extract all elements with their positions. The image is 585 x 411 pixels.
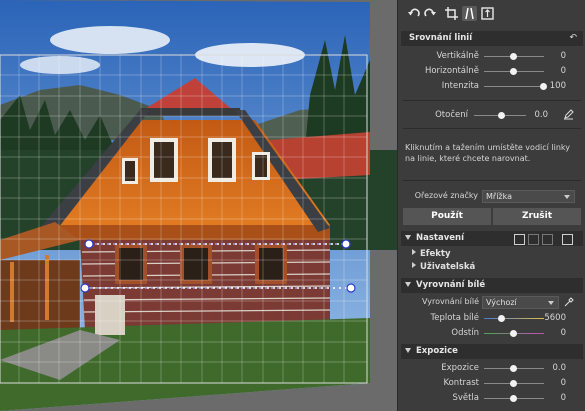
slider-label: Odstín (451, 328, 479, 338)
slider-row-exposure: Expozice 0.0 (398, 362, 585, 375)
white-balance-select-row: Vyrovnání bílé Výchozí (398, 296, 585, 309)
rotation-row: Otočení 0.0 (398, 109, 585, 122)
exposure-section-header[interactable]: Expozice (401, 344, 583, 359)
slider-knob[interactable] (510, 330, 517, 337)
slider-row-temperature: Teplota bílé 5600 (398, 312, 585, 325)
rotate-right-icon[interactable] (422, 6, 437, 21)
slider-value[interactable]: 0 (561, 66, 566, 76)
rotation-label: Otočení (435, 110, 468, 120)
perspective-icon[interactable] (480, 6, 495, 21)
slider-knob[interactable] (498, 315, 505, 322)
settings-item-label: Uživatelská (420, 262, 476, 272)
chevron-down-icon (548, 301, 554, 305)
divider (403, 100, 581, 101)
slider-value[interactable]: 5600 (544, 313, 566, 323)
divider (403, 180, 581, 181)
apply-button[interactable]: Použít (403, 208, 491, 225)
divider (403, 128, 581, 129)
slider-knob[interactable] (510, 380, 517, 387)
slider-row-highlights: Světla 0 (398, 392, 585, 405)
slider-row-tint: Odstín 0 (398, 327, 585, 340)
straighten-icon[interactable] (462, 6, 477, 21)
guide-handle (80, 283, 90, 293)
slider-value[interactable]: 0 (561, 378, 566, 388)
slider-knob[interactable] (510, 395, 517, 402)
guide-handle (84, 239, 94, 249)
chevron-down-icon (405, 282, 411, 287)
chevron-right-icon (412, 262, 416, 268)
crop-marks-value: Mřížka (486, 192, 513, 201)
slider-label: Světla (452, 393, 479, 403)
white-balance-section-title: Vyrovnání bílé (416, 280, 486, 290)
chevron-down-icon (405, 235, 411, 240)
white-balance-value: Výchozí (486, 298, 517, 307)
slider-knob[interactable] (540, 83, 547, 90)
chevron-right-icon (412, 249, 416, 255)
pencil-icon[interactable] (563, 109, 574, 120)
slider-row-horizontal: Horizontálně 0 (398, 65, 585, 78)
slider-row-vertical: Vertikálně 0 (398, 50, 585, 63)
slider-value[interactable]: 100 (550, 81, 566, 91)
eyedropper-icon[interactable] (564, 297, 574, 307)
slider-knob[interactable] (510, 53, 517, 60)
copy-icon[interactable] (514, 234, 525, 245)
duplicate-icon[interactable] (542, 234, 553, 245)
slider-row-intensity: Intenzita 100 (398, 80, 585, 93)
rotation-value[interactable]: 0.0 (534, 110, 548, 120)
crop-icon[interactable] (444, 6, 459, 21)
slider-label: Teplota bílé (430, 313, 479, 323)
settings-item-user[interactable]: Uživatelská (412, 262, 475, 272)
rotation-knob[interactable] (498, 112, 505, 119)
slider-label: Intenzita (441, 81, 479, 91)
chevron-down-icon (564, 195, 570, 199)
rotate-left-icon[interactable] (407, 6, 422, 21)
cancel-button[interactable]: Zrušit (493, 208, 581, 225)
reset-icon[interactable]: ↶ (569, 33, 577, 43)
save-icon[interactable] (562, 234, 573, 245)
slider-knob[interactable] (510, 68, 517, 75)
image-canvas[interactable] (0, 0, 397, 411)
crop-marks-select[interactable]: Mřížka (482, 190, 575, 203)
photo-preview[interactable] (0, 0, 397, 411)
slider-value[interactable]: 0.0 (552, 363, 566, 373)
straighten-section-title: Srovnání linií (409, 33, 473, 43)
slider-label: Vertikálně (436, 51, 479, 61)
slider-track[interactable] (484, 86, 544, 87)
photo-image (0, 0, 397, 411)
crop-marks-row: Ořezové značky Mřížka (398, 190, 585, 203)
slider-label: Kontrast (443, 378, 479, 388)
guide-handle (341, 239, 351, 249)
settings-item-effects[interactable]: Efekty (412, 249, 451, 259)
slider-track[interactable] (484, 318, 544, 319)
slider-value[interactable]: 0 (561, 51, 566, 61)
exposure-section-title: Expozice (416, 346, 458, 356)
right-panel: Srovnání linií ↶ Vertikálně 0 Horizontál… (397, 0, 585, 411)
tool-toolbar (398, 0, 585, 28)
white-balance-select[interactable]: Výchozí (482, 296, 559, 309)
slider-label: Expozice (441, 363, 479, 373)
white-balance-section-header[interactable]: Vyrovnání bílé (401, 278, 583, 293)
slider-value[interactable]: 0 (561, 328, 566, 338)
slider-row-contrast: Kontrast 0 (398, 377, 585, 390)
white-balance-label: Vyrovnání bílé (422, 297, 479, 306)
slider-value[interactable]: 0 (561, 393, 566, 403)
paste-icon[interactable] (528, 234, 539, 245)
guide-handle (346, 283, 356, 293)
help-text: Kliknutím a tažením umístěte vodicí link… (405, 143, 570, 163)
chevron-down-icon (405, 348, 411, 353)
settings-item-label: Efekty (420, 249, 451, 259)
settings-section-title: Nastavení (416, 233, 464, 243)
slider-knob[interactable] (510, 365, 517, 372)
crop-marks-label: Ořezové značky (414, 191, 478, 200)
straighten-section-header[interactable]: Srovnání linií ↶ (401, 31, 583, 46)
slider-label: Horizontálně (424, 66, 479, 76)
settings-section-header[interactable]: Nastavení (401, 231, 583, 246)
